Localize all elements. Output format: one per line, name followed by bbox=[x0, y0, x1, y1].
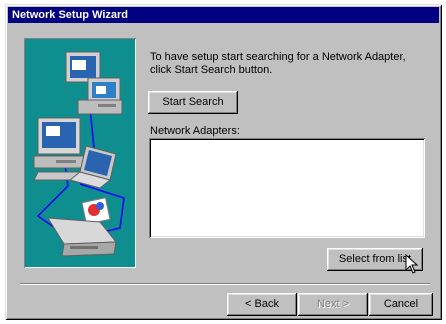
desktop-computer-icon bbox=[65, 51, 123, 115]
network-illustration-graphic bbox=[33, 51, 125, 257]
cancel-button[interactable]: Cancel bbox=[369, 293, 433, 316]
footer-separator bbox=[20, 283, 430, 285]
printer-icon bbox=[47, 197, 118, 257]
cancel-label: Cancel bbox=[383, 298, 419, 310]
next-button[interactable]: Next > bbox=[298, 293, 368, 316]
network-adapters-label: Network Adapters: bbox=[150, 125, 240, 137]
desktop-computer-icon bbox=[33, 117, 87, 181]
back-label: < Back bbox=[245, 298, 279, 310]
start-search-button[interactable]: Start Search bbox=[148, 91, 238, 114]
select-from-list-label: Select from list bbox=[338, 253, 412, 265]
start-search-label: Start Search bbox=[162, 96, 224, 108]
window-title: Network Setup Wizard bbox=[12, 9, 129, 21]
next-label: Next > bbox=[316, 298, 350, 310]
instruction-text: To have setup start searching for a Netw… bbox=[150, 51, 406, 76]
wizard-window: Network Setup Wizard To have setup start… bbox=[5, 4, 442, 320]
mouse-pointer-icon bbox=[405, 253, 419, 277]
network-illustration bbox=[24, 38, 136, 268]
back-button[interactable]: < Back bbox=[227, 293, 297, 316]
title-bar: Network Setup Wizard bbox=[8, 7, 439, 23]
network-adapters-list[interactable] bbox=[149, 138, 425, 238]
